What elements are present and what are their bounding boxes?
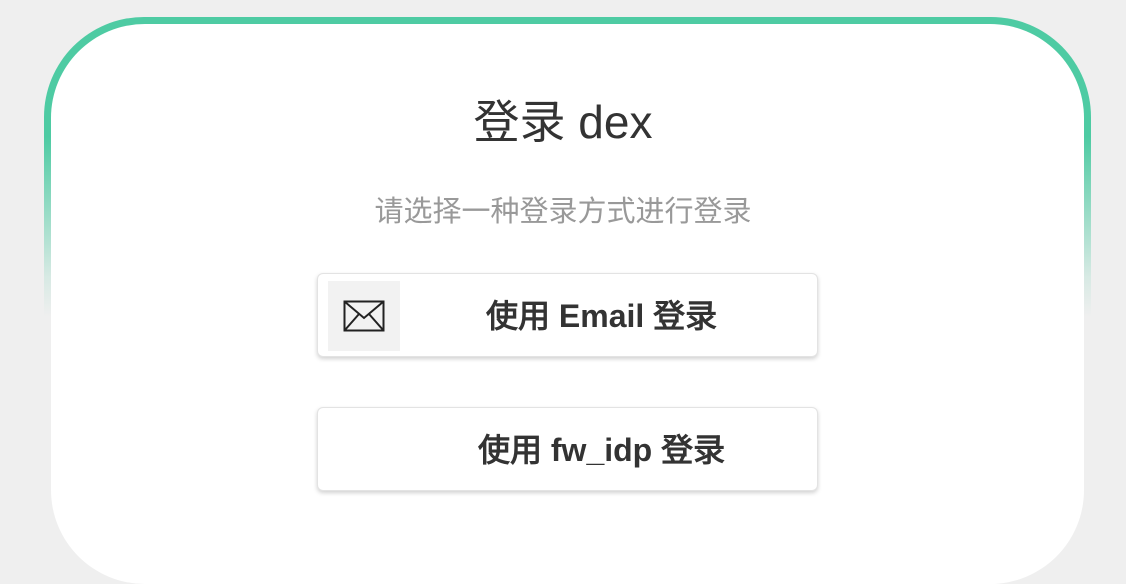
login-with-fw-idp-label: 使用 fw_idp 登录 bbox=[478, 432, 726, 468]
login-with-email-button[interactable]: 使用 Email 登录 bbox=[317, 273, 818, 357]
login-with-email-label: 使用 Email 登录 bbox=[486, 298, 718, 334]
login-with-fw-idp-button[interactable]: 使用 fw_idp 登录 bbox=[317, 407, 818, 491]
page-title: 登录 dex bbox=[473, 96, 653, 148]
email-icon-box bbox=[328, 281, 400, 351]
page-subtitle: 请选择一种登录方式进行登录 bbox=[374, 196, 752, 228]
mail-envelope-icon bbox=[343, 300, 385, 332]
